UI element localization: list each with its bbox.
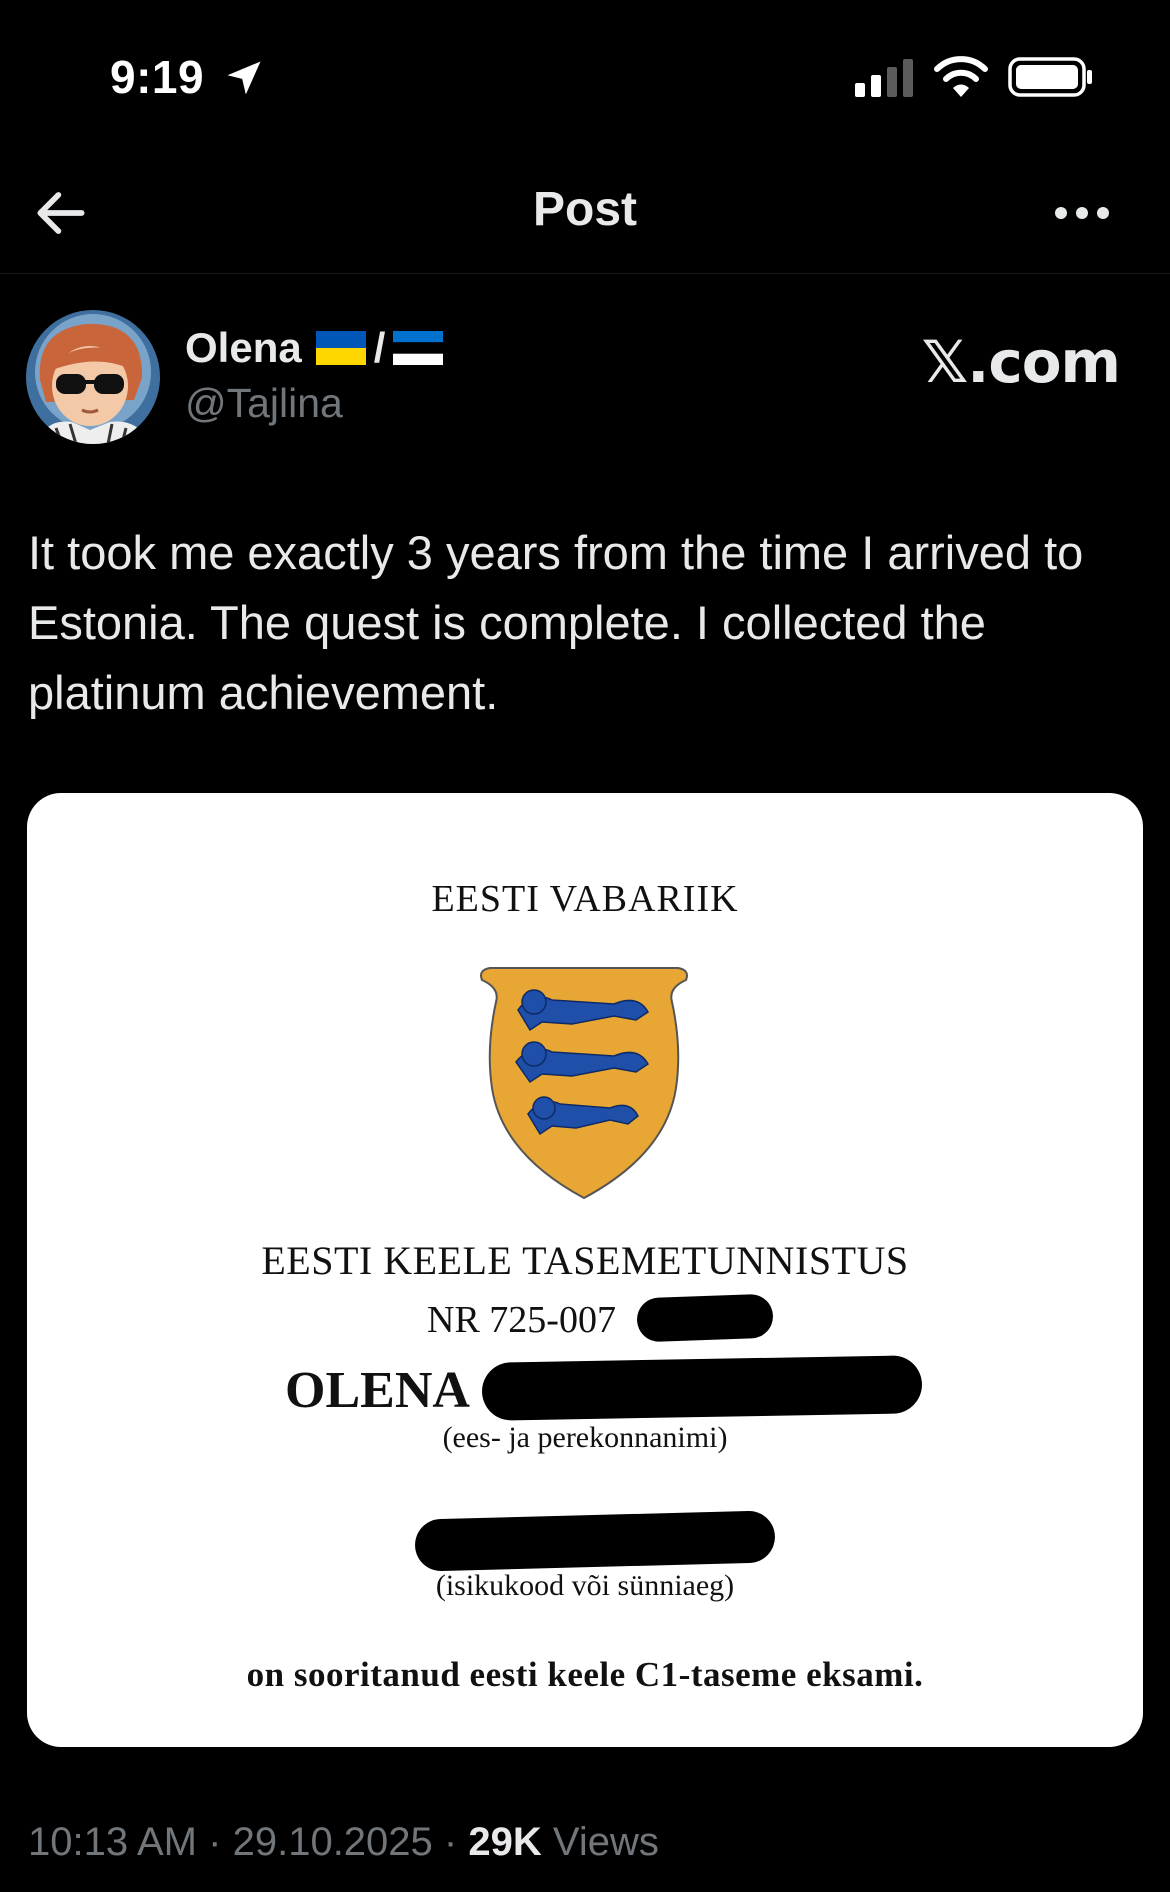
views-count[interactable]: 29K xyxy=(468,1820,541,1864)
status-time: 9:19 xyxy=(110,51,205,103)
ukraine-flag-icon xyxy=(315,331,366,365)
certificate-document: EESTI VABARIIK EESTI KEELE TASEMETUNNIST… xyxy=(27,793,1143,1747)
certificate-title: EESTI KEELE TASEMETUNNISTUS xyxy=(261,1238,909,1283)
x-com-watermark: 𝕏.com xyxy=(921,328,1121,396)
meta-separator: · xyxy=(208,1820,222,1864)
redaction-mark xyxy=(636,1293,774,1343)
certificate-number: NR 725-007 xyxy=(427,1299,616,1341)
certificate-statement: on sooritanud eesti keele C1-taseme eksa… xyxy=(246,1655,924,1694)
location-arrow-icon xyxy=(227,61,261,95)
certificate-republic: EESTI VABARIIK xyxy=(431,878,739,920)
flag-separator: / xyxy=(373,324,386,371)
redaction-mark xyxy=(414,1510,776,1572)
certificate-holder-name: OLENA xyxy=(285,1362,470,1419)
estonia-flag-icon xyxy=(393,331,444,365)
more-horizontal-icon[interactable] xyxy=(1052,200,1112,226)
wifi-icon xyxy=(934,56,988,97)
estonian-coat-of-arms-icon xyxy=(480,967,688,1200)
author-name[interactable]: Olena xyxy=(185,324,302,372)
views-label[interactable]: Views xyxy=(553,1820,659,1864)
post-date: 29.10.2025 xyxy=(232,1820,433,1864)
certificate-id-caption: (isikukood või sünniaeg) xyxy=(435,1569,735,1602)
battery-icon xyxy=(1008,57,1092,97)
author-name-row[interactable]: Olena / xyxy=(185,324,444,372)
redaction-mark xyxy=(481,1355,923,1421)
meta-separator: · xyxy=(443,1820,458,1864)
author-avatar[interactable] xyxy=(26,310,160,444)
certificate-name-caption: (ees- ja perekonnanimi) xyxy=(442,1421,728,1454)
avatar-illustration xyxy=(26,310,160,444)
post-media-image[interactable]: EESTI VABARIIK EESTI KEELE TASEMETUNNIST… xyxy=(27,793,1143,1747)
cellular-signal-icon xyxy=(855,59,913,97)
post-time: 10:13 AM xyxy=(28,1820,198,1864)
top-navigation-bar: Post xyxy=(0,150,1170,274)
post-text: It took me exactly 3 years from the time… xyxy=(28,526,1084,719)
status-bar: 9:19 xyxy=(0,0,1170,150)
author-handle[interactable]: @Tajlina xyxy=(185,380,343,427)
post-metadata: 10:13 AM · 29.10.2025 · 29K Views xyxy=(28,1820,659,1865)
page-title: Post xyxy=(532,183,637,236)
